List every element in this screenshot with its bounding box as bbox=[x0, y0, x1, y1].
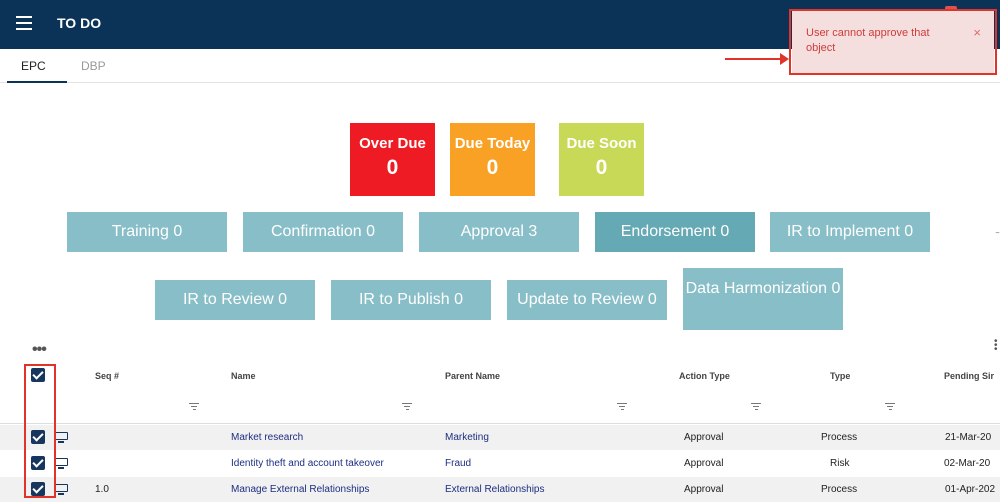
filter-icon[interactable] bbox=[751, 403, 761, 411]
card-count: 0 bbox=[486, 156, 499, 179]
cell-parent-name[interactable]: External Relationships bbox=[445, 484, 545, 495]
tab-epc[interactable]: EPC bbox=[21, 59, 46, 73]
cell-pending-since: 02-Mar-20 bbox=[944, 458, 991, 469]
cell-seq: 1.0 bbox=[95, 484, 109, 495]
page-title: TO DO bbox=[57, 15, 102, 31]
cell-parent-name[interactable]: Marketing bbox=[445, 432, 489, 443]
table-row[interactable]: Market research Marketing Approval Proce… bbox=[0, 425, 1000, 450]
column-header-type[interactable]: Type bbox=[830, 371, 850, 381]
column-header-pending-since[interactable]: Pending Sir bbox=[944, 371, 994, 381]
select-all-checkbox[interactable] bbox=[31, 368, 45, 382]
cell-name[interactable]: Identity theft and account takeover bbox=[231, 458, 384, 469]
category-update-to-review-button[interactable]: Update to Review 0 bbox=[507, 280, 667, 320]
more-options-icon[interactable]: ••• bbox=[32, 341, 47, 359]
row-checkbox[interactable] bbox=[31, 456, 45, 470]
category-data-harmonization-button[interactable]: Data Harmonization 0 bbox=[683, 268, 843, 330]
close-icon[interactable]: × bbox=[973, 25, 981, 40]
cell-name[interactable]: Market research bbox=[231, 432, 303, 443]
header-divider bbox=[0, 423, 1000, 424]
card-count: 0 bbox=[386, 156, 399, 179]
filter-icon[interactable] bbox=[189, 403, 199, 411]
column-header-name[interactable]: Name bbox=[231, 371, 256, 381]
due-today-card[interactable]: Due Today 0 bbox=[450, 123, 535, 196]
cell-name[interactable]: Manage External Relationships bbox=[231, 484, 369, 495]
table-row[interactable]: 1.0 Manage External Relationships Extern… bbox=[0, 477, 1000, 502]
column-header-action-type[interactable]: Action Type bbox=[679, 371, 730, 381]
monitor-icon bbox=[54, 484, 68, 495]
category-ir-to-publish-button[interactable]: IR to Publish 0 bbox=[331, 280, 491, 320]
cell-type: Process bbox=[821, 432, 858, 443]
category-approval-button[interactable]: Approval 3 bbox=[419, 212, 579, 252]
cell-type: Risk bbox=[830, 458, 850, 469]
cell-pending-since: 01-Apr-202 bbox=[945, 484, 996, 495]
cell-action-type: Approval bbox=[684, 484, 724, 495]
menu-icon[interactable] bbox=[16, 16, 32, 30]
category-training-button[interactable]: Training 0 bbox=[67, 212, 227, 252]
row-checkbox[interactable] bbox=[31, 482, 45, 496]
due-soon-card[interactable]: Due Soon 0 bbox=[559, 123, 644, 196]
table-row[interactable]: Identity theft and account takeover Frau… bbox=[0, 451, 1000, 476]
column-header-parent-name[interactable]: Parent Name bbox=[445, 371, 500, 381]
category-ir-to-review-button[interactable]: IR to Review 0 bbox=[155, 280, 315, 320]
column-header-seq[interactable]: Seq # bbox=[95, 371, 119, 381]
filter-icon[interactable] bbox=[885, 403, 895, 411]
filter-icon[interactable] bbox=[402, 403, 412, 411]
cell-action-type: Approval bbox=[684, 432, 724, 443]
active-tab-indicator bbox=[7, 81, 67, 83]
card-label: Due Soon bbox=[566, 135, 637, 152]
cell-parent-name[interactable]: Fraud bbox=[445, 458, 471, 469]
category-confirmation-button[interactable]: Confirmation 0 bbox=[243, 212, 403, 252]
category-ir-to-implement-button[interactable]: IR to Implement 0 bbox=[770, 212, 930, 252]
monitor-icon bbox=[54, 432, 68, 443]
cell-action-type: Approval bbox=[684, 458, 724, 469]
card-label: Over Due bbox=[359, 135, 426, 152]
tab-dbp[interactable]: DBP bbox=[81, 59, 106, 73]
card-count: 0 bbox=[595, 156, 608, 179]
column-menu-icon[interactable]: • • • bbox=[994, 337, 998, 355]
category-endorsement-button[interactable]: Endorsement 0 bbox=[595, 212, 755, 252]
card-label: Due Today bbox=[454, 135, 531, 152]
scroll-hint-icon: ‾ bbox=[996, 232, 999, 242]
cell-pending-since: 21-Mar-20 bbox=[945, 432, 992, 443]
row-checkbox[interactable] bbox=[31, 430, 45, 444]
cell-type: Process bbox=[821, 484, 858, 495]
tab-bar: EPC DBP bbox=[0, 49, 1000, 83]
over-due-card[interactable]: Over Due 0 bbox=[350, 123, 435, 196]
monitor-icon bbox=[54, 458, 68, 469]
filter-icon[interactable] bbox=[617, 403, 627, 411]
